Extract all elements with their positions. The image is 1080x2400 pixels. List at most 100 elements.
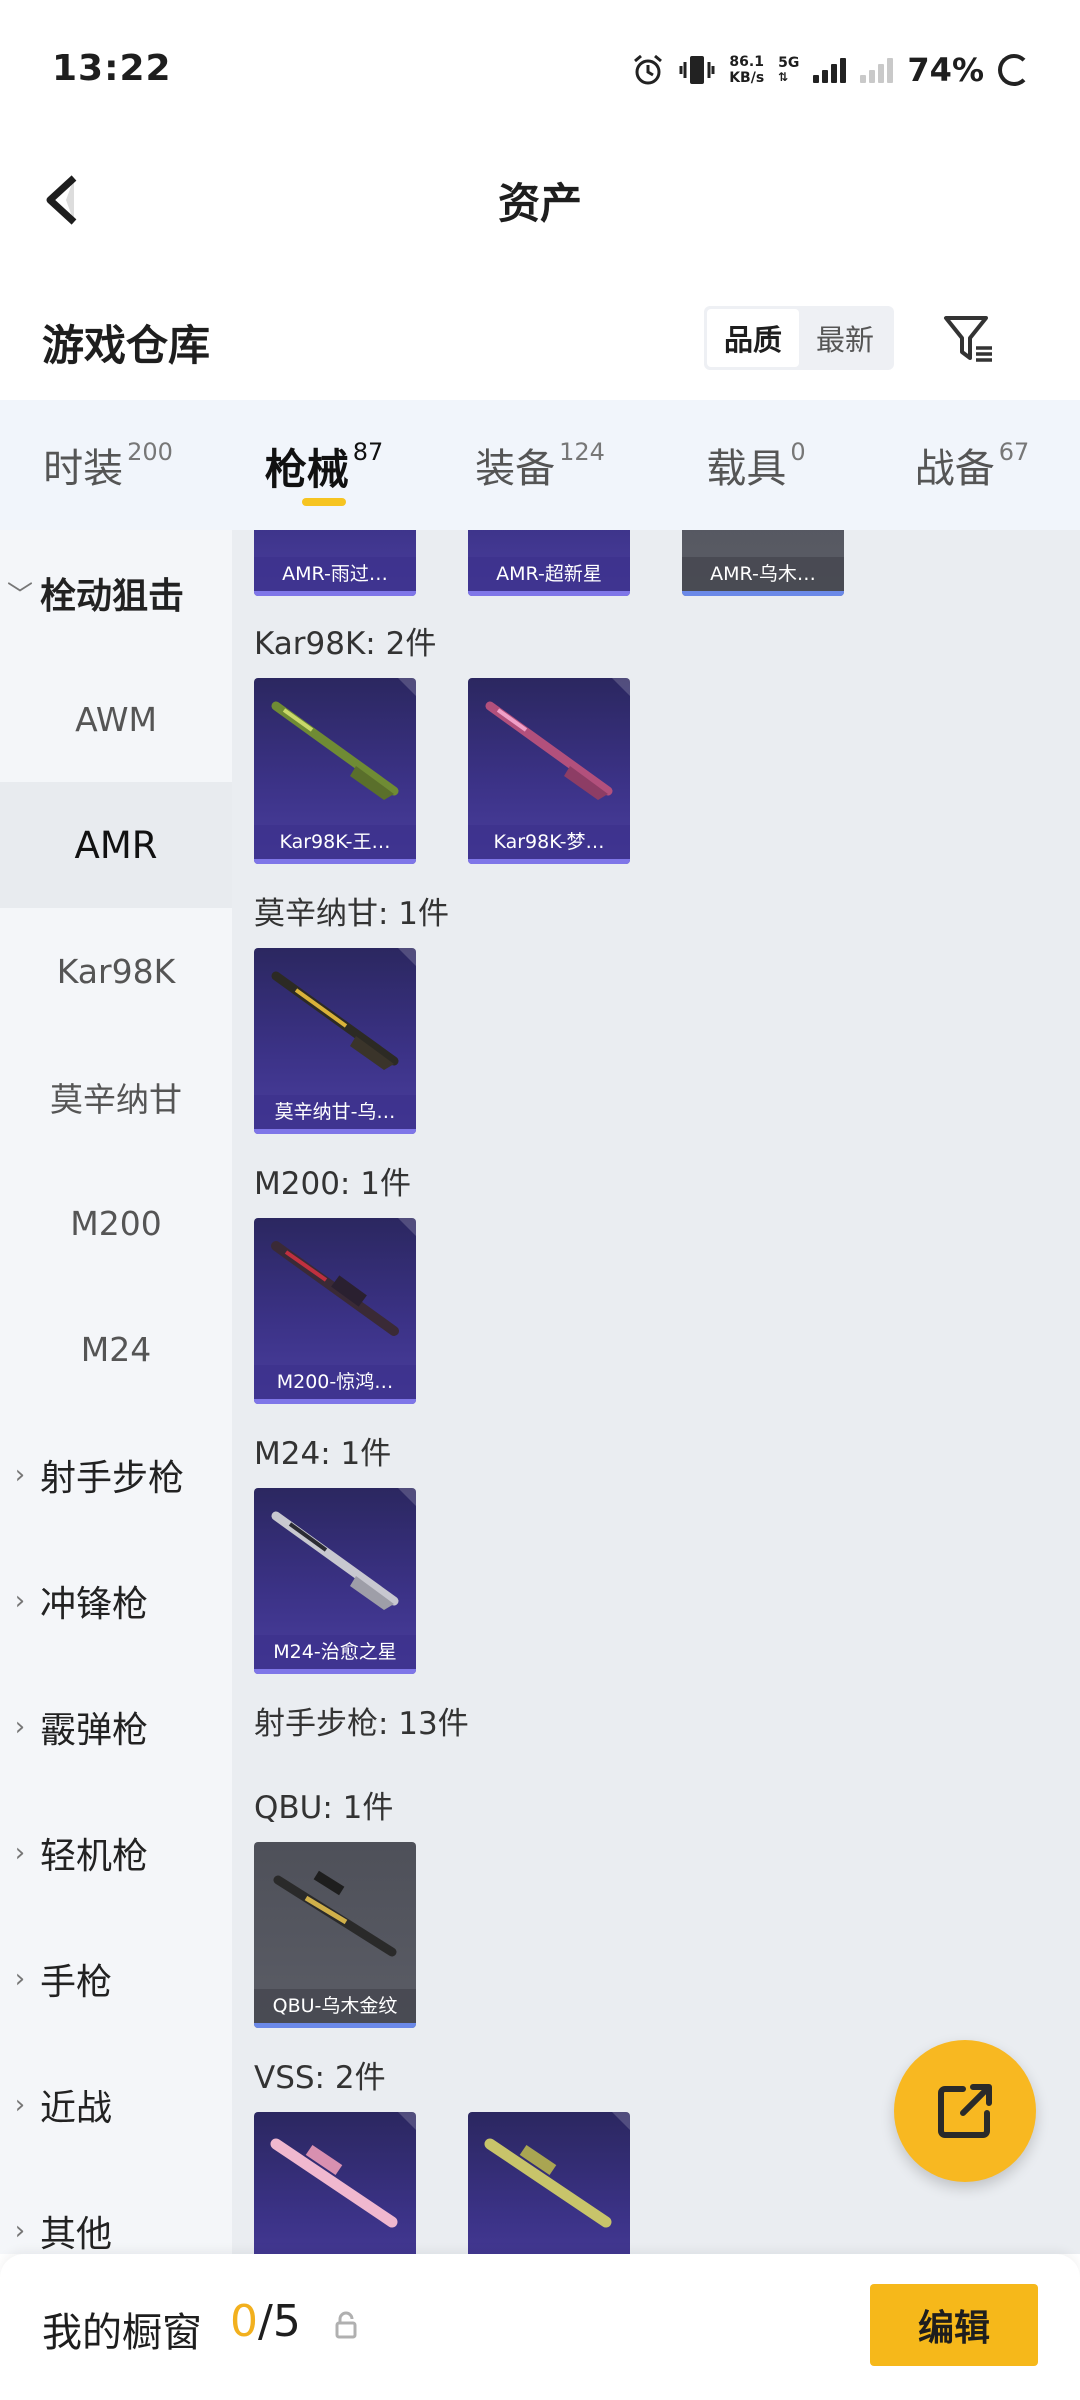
battery-percent: 74% (907, 51, 984, 89)
rarity-stripe (254, 1399, 416, 1404)
weapon-card-name: AMR-超新星 (468, 557, 630, 591)
sidebar-item-awm[interactable]: AWM (0, 656, 232, 782)
tab-count: 67 (998, 438, 1030, 466)
rifle-icon (271, 1511, 399, 1610)
rarity-stripe (254, 2023, 416, 2028)
sidebar-item-m24[interactable]: M24 (0, 1286, 232, 1412)
rarity-stripe (254, 591, 416, 596)
page-title: 资产 (497, 179, 582, 228)
weapon-card-name: M200-惊鸿… (254, 1365, 416, 1399)
sidebar-group-other[interactable]: › 其他 (0, 2168, 232, 2254)
share-button[interactable] (894, 2040, 1036, 2182)
net-speed-unit: KB/s (729, 70, 765, 86)
weapon-card-name: AMR-雨过… (254, 557, 416, 591)
weapon-card-name: QBU-乌木金纹 (254, 1989, 416, 2023)
sidebar-group-label: 射手步枪 (40, 1458, 185, 1499)
rarity-stripe (468, 859, 630, 864)
weapon-card-m24-1[interactable]: M24-治愈之星 (254, 1488, 416, 1674)
tab-label: 战备 (914, 446, 995, 492)
showcase-count: 0/5 (230, 2296, 301, 2347)
rifle-icon (271, 701, 399, 800)
nav-bar: 资产 (0, 140, 1080, 260)
rarity-stripe (468, 591, 630, 596)
status-bar: 13:22 86.1 KB/s 5G ⇅ 74% (0, 0, 1080, 140)
weapon-card-amr-1[interactable]: AMR-雨过… (254, 530, 416, 596)
showcase-bar: 我的橱窗 0/5 编辑 (0, 2254, 1080, 2400)
network-type: 5G ⇅ (778, 56, 799, 84)
signal-strong-icon (813, 57, 847, 83)
section-title: 游戏仓库 (42, 321, 211, 370)
weapon-card-kar98k-2[interactable]: Kar98K-梦… (468, 678, 630, 864)
lock-icon (334, 2310, 358, 2340)
sidebar-item-kar98k[interactable]: Kar98K (0, 908, 232, 1034)
chevron-right-icon: › (14, 1964, 26, 1994)
section-heading-m200: M200: 1件 (254, 1166, 411, 1202)
section-heading-mosin: 莫辛纳甘: 1件 (254, 896, 450, 932)
sort-quality-button[interactable]: 品质 (707, 309, 799, 367)
battery-icon (998, 54, 1030, 86)
chevron-right-icon: › (14, 1838, 26, 1868)
tab-label: 载具 (706, 446, 787, 492)
weapon-card-amr-3[interactable]: AMR-乌木… (682, 530, 844, 596)
showcase-count-current: 0 (230, 2296, 258, 2347)
sidebar-item-m200[interactable]: M200 (0, 1160, 232, 1286)
rifle-icon (273, 1870, 397, 1957)
weapon-card-vss-2[interactable] (468, 2112, 630, 2254)
sidebar-group-smg[interactable]: › 冲锋枪 (0, 1538, 232, 1664)
tab-vehicles[interactable]: 载具 0 (648, 400, 864, 530)
showcase-label: 我的橱窗 (42, 2310, 202, 2356)
tab-count: 200 (127, 438, 173, 466)
rarity-stripe (682, 591, 844, 596)
sidebar-group-shotgun[interactable]: › 霰弹枪 (0, 1664, 232, 1790)
weapon-category-sidebar: ﹀ 栓动狙击 AWM AMR Kar98K 莫辛纳甘 M200 M24 › 射手… (0, 530, 232, 2254)
rifle-icon (484, 2138, 612, 2228)
warehouse-header: 游戏仓库 品质 最新 (0, 280, 1080, 400)
sidebar-item-mosin[interactable]: 莫辛纳甘 (0, 1034, 232, 1160)
section-heading-marksman: 射手步枪: 13件 (254, 1706, 469, 1742)
sidebar-group-label: 轻机枪 (40, 1836, 149, 1877)
sidebar-group-label: 栓动狙击 (40, 576, 185, 617)
weapon-card-mosin-1[interactable]: 莫辛纳甘-乌… (254, 948, 416, 1134)
status-icons: 86.1 KB/s 5G ⇅ 74% (631, 48, 1030, 92)
tab-supplies[interactable]: 战备 67 (864, 400, 1080, 530)
weapon-card-kar98k-1[interactable]: Kar98K-王… (254, 678, 416, 864)
weapon-list: AMR-雨过… AMR-超新星 AMR-乌木… Kar98K: 2件 Kar98… (232, 530, 1080, 2254)
edit-button[interactable]: 编辑 (870, 2284, 1038, 2366)
weapon-card-qbu-1[interactable]: QBU-乌木金纹 (254, 1842, 416, 2028)
rifle-icon (485, 701, 613, 800)
category-tabs: 时装 200 枪械 87 装备 124 载具 0 战备 67 (0, 400, 1080, 530)
tab-label: 时装 (43, 446, 124, 492)
card-corner (398, 1488, 416, 1506)
section-heading-kar98k: Kar98K: 2件 (254, 626, 437, 662)
tab-count: 87 (352, 438, 384, 466)
sidebar-group-label: 霰弹枪 (40, 1710, 149, 1751)
sidebar-group-label: 近战 (40, 2088, 113, 2129)
weapon-card-amr-2[interactable]: AMR-超新星 (468, 530, 630, 596)
card-corner (398, 948, 416, 966)
sidebar-group-label: 冲锋枪 (40, 1584, 149, 1625)
sidebar-group-bolt-action[interactable]: ﹀ 栓动狙击 (0, 530, 232, 656)
sidebar-group-marksman[interactable]: › 射手步枪 (0, 1412, 232, 1538)
showcase-count-total: /5 (258, 2296, 301, 2347)
tab-fashion[interactable]: 时装 200 (0, 400, 216, 530)
net-speed-value: 86.1 (729, 54, 764, 70)
card-corner (612, 678, 630, 696)
card-corner (612, 2112, 630, 2130)
tab-firearms[interactable]: 枪械 87 (216, 400, 432, 530)
sidebar-group-lmg[interactable]: › 轻机枪 (0, 1790, 232, 1916)
tab-equipment[interactable]: 装备 124 (432, 400, 648, 530)
sort-newest-button[interactable]: 最新 (799, 309, 891, 367)
sidebar-item-amr[interactable]: AMR (0, 782, 232, 908)
signal-weak-icon (860, 57, 894, 83)
chevron-right-icon: › (14, 1460, 26, 1490)
weapon-card-m200-1[interactable]: M200-惊鸿… (254, 1218, 416, 1404)
data-arrows-icon: ⇅ (778, 70, 789, 84)
external-link-icon (938, 2084, 992, 2138)
sidebar-group-pistol[interactable]: › 手枪 (0, 1916, 232, 2042)
rifle-icon (271, 971, 399, 1070)
rarity-stripe (254, 859, 416, 864)
chevron-right-icon: › (14, 1586, 26, 1616)
sidebar-group-melee[interactable]: › 近战 (0, 2042, 232, 2168)
weapon-card-vss-1[interactable] (254, 2112, 416, 2254)
filter-button[interactable] (940, 310, 998, 368)
